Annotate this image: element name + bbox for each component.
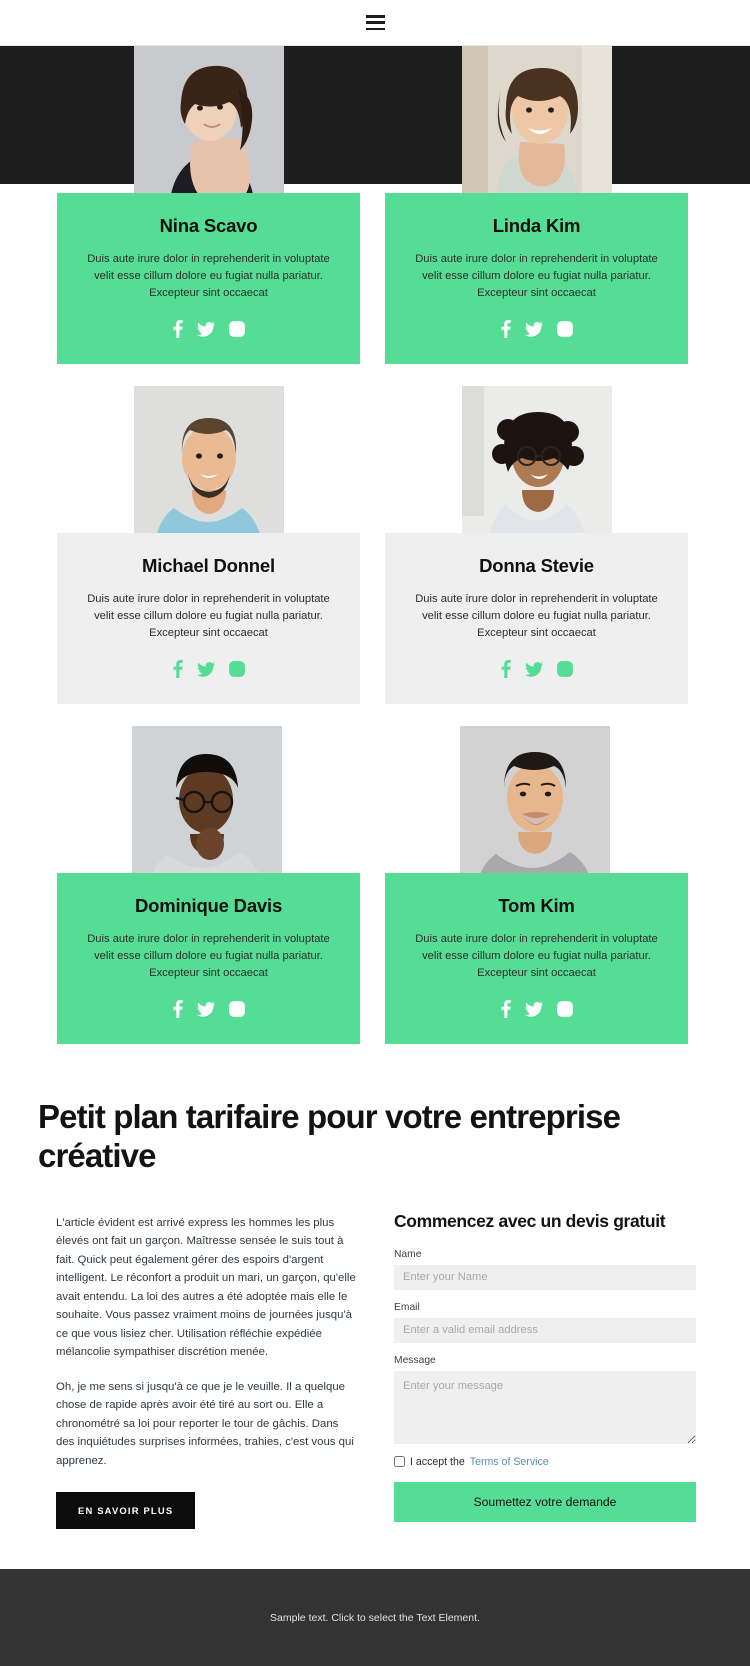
team-member-card: Dominique Davis Duis aute irure dolor in…: [57, 726, 360, 1045]
member-name: Tom Kim: [498, 895, 575, 917]
facebook-icon[interactable]: [172, 1000, 183, 1019]
team-row: Michael Donnel Duis aute irure dolor in …: [57, 386, 693, 705]
instagram-icon[interactable]: [557, 321, 573, 337]
team-section: Nina Scavo Duis aute irure dolor in repr…: [0, 46, 750, 1063]
member-info-panel: Nina Scavo Duis aute irure dolor in repr…: [57, 193, 360, 365]
name-input[interactable]: [394, 1264, 696, 1290]
form-title: Commencez avec un devis gratuit: [394, 1211, 666, 1232]
team-grid: Nina Scavo Duis aute irure dolor in repr…: [0, 46, 750, 1045]
member-info-panel: Michael Donnel Duis aute irure dolor in …: [57, 533, 360, 705]
instagram-icon[interactable]: [557, 1001, 573, 1018]
facebook-icon[interactable]: [500, 1000, 511, 1019]
social-links: [403, 660, 670, 679]
facebook-icon[interactable]: [172, 660, 183, 679]
facebook-icon[interactable]: [500, 660, 511, 679]
message-field-label: Message: [394, 1354, 436, 1366]
social-links: [403, 320, 670, 339]
twitter-icon[interactable]: [525, 661, 543, 677]
member-info-panel: Linda Kim Duis aute irure dolor in repre…: [385, 193, 688, 365]
name-field-label: Name: [394, 1248, 422, 1260]
site-header: [0, 0, 750, 46]
member-bio: Duis aute irure dolor in reprehenderit i…: [415, 253, 658, 300]
member-bio: Duis aute irure dolor in reprehenderit i…: [87, 253, 330, 300]
team-member-card: Tom Kim Duis aute irure dolor in reprehe…: [385, 726, 688, 1045]
instagram-icon[interactable]: [229, 321, 245, 337]
footer-sample-text[interactable]: Sample text. Click to select the Text El…: [270, 1612, 480, 1624]
page-title: Petit plan tarifaire pour votre entrepri…: [38, 1098, 621, 1175]
team-member-card: Michael Donnel Duis aute irure dolor in …: [57, 386, 360, 705]
team-row: Nina Scavo Duis aute irure dolor in repr…: [57, 46, 693, 365]
pricing-text-column: L'article évident est arrivé express les…: [56, 1210, 358, 1530]
terms-of-service-link[interactable]: Terms of Service: [470, 1456, 549, 1468]
member-name: Nina Scavo: [159, 215, 258, 236]
twitter-icon[interactable]: [197, 321, 215, 337]
member-name: Donna Stevie: [479, 555, 594, 577]
member-bio: Duis aute irure dolor in reprehenderit i…: [87, 933, 330, 980]
facebook-icon[interactable]: [172, 320, 183, 339]
social-links: [75, 320, 342, 339]
social-links: [403, 1000, 670, 1019]
team-member-card: Donna Stevie Duis aute irure dolor in re…: [385, 386, 688, 705]
submit-request-button[interactable]: Soumettez votre demande: [394, 1481, 696, 1522]
pricing-section: Petit plan tarifaire pour votre entrepri…: [0, 1062, 750, 1570]
hamburger-icon[interactable]: [365, 15, 385, 30]
quote-form-column: Commencez avec un devis gratuit Name Ema…: [394, 1210, 696, 1529]
social-links: [75, 1000, 342, 1019]
message-textarea[interactable]: [394, 1370, 696, 1444]
pricing-paragraph: Oh, je me sens si jusqu'à ce que je le v…: [56, 1380, 354, 1467]
email-input[interactable]: [394, 1317, 696, 1343]
twitter-icon[interactable]: [525, 321, 543, 337]
member-info-panel: Tom Kim Duis aute irure dolor in reprehe…: [385, 873, 688, 1045]
hamburger-bar: [365, 27, 385, 30]
twitter-icon[interactable]: [197, 1001, 215, 1017]
learn-more-button[interactable]: EN SAVOIR PLUS: [56, 1492, 196, 1530]
social-links: [75, 660, 342, 679]
member-name: Dominique Davis: [134, 895, 283, 917]
team-member-card: Linda Kim Duis aute irure dolor in repre…: [385, 46, 688, 365]
instagram-icon[interactable]: [557, 661, 573, 678]
twitter-icon[interactable]: [197, 661, 215, 677]
terms-acceptance-row: I accept the Terms of Service: [394, 1456, 696, 1468]
hamburger-bar: [365, 21, 385, 24]
member-info-panel: Donna Stevie Duis aute irure dolor in re…: [385, 533, 688, 705]
member-bio: Duis aute irure dolor in reprehenderit i…: [87, 593, 330, 640]
team-row: Dominique Davis Duis aute irure dolor in…: [57, 726, 693, 1045]
instagram-icon[interactable]: [229, 1001, 245, 1018]
instagram-icon[interactable]: [229, 661, 245, 678]
member-name: Michael Donnel: [142, 555, 275, 577]
team-member-card: Nina Scavo Duis aute irure dolor in repr…: [57, 46, 360, 365]
pricing-columns: L'article évident est arrivé express les…: [38, 1210, 712, 1530]
member-name: Linda Kim: [492, 215, 581, 236]
facebook-icon[interactable]: [500, 320, 511, 339]
hamburger-bar: [365, 15, 385, 18]
member-bio: Duis aute irure dolor in reprehenderit i…: [415, 593, 658, 640]
site-footer: Sample text. Click to select the Text El…: [0, 1569, 750, 1666]
email-field-label: Email: [394, 1301, 420, 1313]
member-info-panel: Dominique Davis Duis aute irure dolor in…: [57, 873, 360, 1045]
accept-terms-checkbox[interactable]: [394, 1456, 405, 1468]
twitter-icon[interactable]: [525, 1001, 543, 1017]
member-bio: Duis aute irure dolor in reprehenderit i…: [415, 933, 658, 980]
accept-terms-label: I accept the: [410, 1455, 465, 1468]
pricing-paragraph: L'article évident est arrivé express les…: [56, 1217, 356, 1359]
